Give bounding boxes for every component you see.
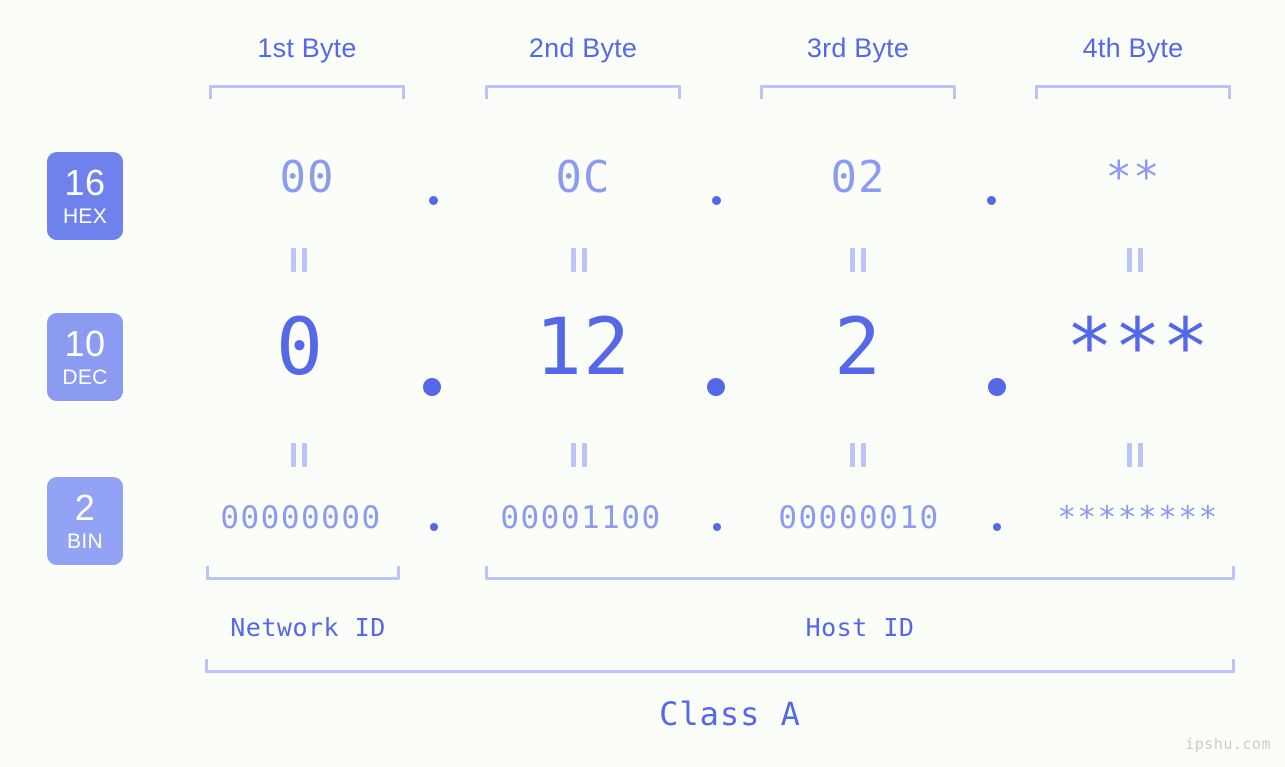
dec-separator-dot-2: [707, 378, 725, 396]
bin-byte-1: 00000000: [220, 500, 382, 536]
byte-bracket-3: [760, 85, 956, 99]
network-id-label: Network ID: [230, 613, 386, 642]
hex-byte-3: 02: [830, 152, 886, 203]
equals-marker-hexdec-4: [1127, 248, 1145, 272]
network-id-bracket: [206, 566, 400, 580]
hex-byte-2: 0C: [555, 152, 611, 203]
equals-marker-hexdec-1: [291, 248, 309, 272]
equals-marker-decbin-4: [1127, 443, 1145, 467]
bin-byte-4: ********: [1057, 500, 1219, 536]
equals-marker-decbin-1: [291, 443, 309, 467]
host-id-label: Host ID: [805, 613, 915, 642]
base-badge-bin[interactable]: 2 BIN: [47, 477, 123, 565]
dec-byte-4: ***: [1066, 303, 1210, 393]
equals-marker-hexdec-2: [571, 248, 589, 272]
hex-separator-dot-2: [712, 196, 721, 205]
byte-header-4: 4th Byte: [1082, 33, 1184, 63]
byte-header-2: 2nd Byte: [528, 33, 638, 63]
base-badge-hex[interactable]: 16 HEX: [47, 152, 123, 240]
bin-separator-dot-2: [713, 523, 721, 531]
dec-separator-dot-1: [423, 378, 441, 396]
dec-byte-1: 0: [276, 303, 324, 393]
byte-bracket-4: [1035, 85, 1231, 99]
dec-byte-3: 2: [834, 303, 882, 393]
bin-separator-dot-1: [430, 523, 438, 531]
byte-bracket-1: [209, 85, 405, 99]
base-badge-bin-number: 2: [74, 487, 96, 528]
base-badge-dec[interactable]: 10 DEC: [47, 313, 123, 401]
host-id-bracket: [485, 566, 1235, 580]
byte-bracket-2: [485, 85, 681, 99]
byte-header-1: 1st Byte: [257, 33, 357, 63]
bin-byte-2: 00001100: [500, 500, 662, 536]
base-badge-bin-name: BIN: [67, 530, 103, 553]
hex-byte-4: **: [1105, 152, 1161, 203]
base-badge-dec-number: 10: [64, 323, 106, 364]
bin-separator-dot-3: [993, 523, 1001, 531]
hex-separator-dot-3: [987, 196, 996, 205]
class-label: Class A: [659, 695, 801, 733]
class-bracket: [205, 659, 1235, 673]
base-badge-hex-name: HEX: [62, 205, 108, 228]
hex-byte-1: 00: [279, 152, 335, 203]
equals-marker-decbin-3: [850, 443, 868, 467]
byte-header-3: 3rd Byte: [806, 33, 910, 63]
ip-address-breakdown-diagram: 1st Byte 2nd Byte 3rd Byte 4th Byte 16 H…: [0, 0, 1285, 767]
equals-marker-hexdec-3: [850, 248, 868, 272]
base-badge-dec-name: DEC: [62, 366, 108, 389]
dec-separator-dot-3: [988, 378, 1006, 396]
hex-separator-dot-1: [429, 196, 438, 205]
base-badge-hex-number: 16: [64, 162, 106, 203]
equals-marker-decbin-2: [571, 443, 589, 467]
bin-byte-3: 00000010: [778, 500, 940, 536]
dec-byte-2: 12: [535, 303, 631, 393]
watermark: ipshu.com: [1185, 735, 1271, 753]
